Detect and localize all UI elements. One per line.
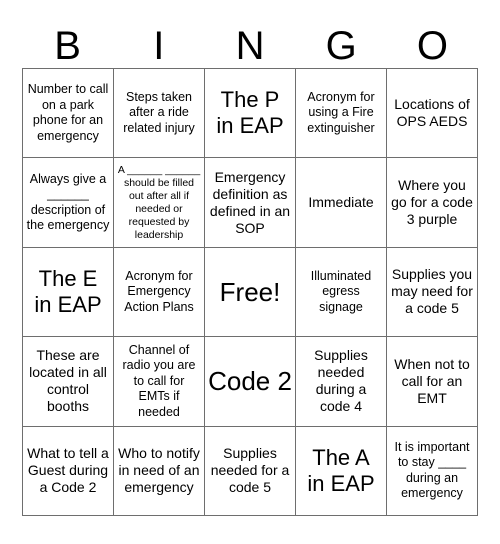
bingo-cell-text: The A in EAP: [307, 444, 375, 496]
bingo-header-letter-g: G: [325, 24, 357, 68]
bingo-cell[interactable]: The P in EAP: [205, 69, 296, 159]
bingo-cell[interactable]: Immediate: [296, 158, 387, 248]
bingo-cell-text: Emergency definition as defined in an SO…: [209, 168, 291, 236]
bingo-cell-text: Steps taken after a ride related injury: [123, 89, 195, 135]
bingo-cell-text: Locations of OPS AEDS: [394, 96, 470, 130]
bingo-cell[interactable]: Channel of radio you are to call for EMT…: [114, 337, 205, 427]
bingo-grid: Number to call on a park phone for an em…: [22, 68, 478, 516]
bingo-cell[interactable]: What to tell a Guest during a Code 2: [23, 426, 114, 516]
bingo-cell-text: It is important to stay ____ during an e…: [394, 439, 470, 501]
bingo-cell[interactable]: Supplies you may need for a code 5: [387, 247, 478, 338]
bingo-cell-text: Number to call on a park phone for an em…: [27, 82, 109, 143]
bingo-cell[interactable]: Emergency definition as defined in an SO…: [205, 158, 296, 248]
bingo-cell[interactable]: Code 2: [205, 337, 296, 427]
bingo-cell[interactable]: Supplies needed for a code 5: [205, 426, 296, 516]
bingo-cell[interactable]: The A in EAP: [296, 426, 387, 516]
bingo-cell[interactable]: Acronym for using a Fire extinguisher: [296, 69, 387, 159]
bingo-cell-text: Supplies you may need for a code 5: [391, 266, 473, 317]
bingo-cell[interactable]: Always give a ______ description of the …: [23, 158, 114, 248]
bingo-cell-text: Where you go for a code 3 purple: [391, 177, 473, 228]
bingo-cell[interactable]: Locations of OPS AEDS: [387, 69, 478, 159]
bingo-header-letter-n: N: [235, 24, 265, 68]
bingo-cell[interactable]: A ______ ______ should be filled out aft…: [114, 158, 205, 248]
bingo-cell[interactable]: Acronym for Emergency Action Plans: [114, 247, 205, 338]
bingo-cell-text: Channel of radio you are to call for EMT…: [122, 342, 196, 419]
bingo-cell-free[interactable]: Free!: [205, 247, 296, 338]
bingo-cell-text: Supplies needed for a code 5: [210, 445, 290, 496]
bingo-cell-text: When not to call for an EMT: [394, 355, 470, 406]
bingo-cell-text: What to tell a Guest during a Code 2: [27, 445, 109, 496]
bingo-cell-text: Immediate: [308, 194, 374, 211]
bingo-cell-text: Illuminated egress signage: [310, 268, 372, 314]
bingo-header-letter-i: I: [153, 24, 165, 68]
bingo-cell-text: Who to notify in need of an emergency: [118, 445, 200, 496]
bingo-card: B I N G O Number to call on a park phone…: [0, 0, 500, 544]
bingo-cell-text: These are located in all control booths: [29, 347, 107, 415]
bingo-cell[interactable]: Supplies needed during a code 4: [296, 337, 387, 427]
bingo-header: B I N G O: [22, 14, 478, 68]
bingo-cell[interactable]: Number to call on a park phone for an em…: [23, 69, 114, 159]
bingo-cell-text: Acronym for Emergency Action Plans: [124, 268, 194, 314]
bingo-cell[interactable]: These are located in all control booths: [23, 337, 114, 427]
bingo-cell[interactable]: Steps taken after a ride related injury: [114, 69, 205, 159]
bingo-cell[interactable]: When not to call for an EMT: [387, 337, 478, 427]
bingo-header-letter-b: B: [54, 24, 81, 68]
bingo-cell-text: Always give a ______ description of the …: [26, 171, 110, 233]
bingo-cell[interactable]: Illuminated egress signage: [296, 247, 387, 338]
bingo-cell-text: A ______ ______ should be filled out aft…: [117, 163, 201, 241]
bingo-header-letter-o: O: [416, 24, 448, 68]
bingo-cell-text: The E in EAP: [34, 265, 102, 317]
bingo-cell-text: Free!: [219, 276, 281, 307]
bingo-cell[interactable]: Who to notify in need of an emergency: [114, 426, 205, 516]
bingo-cell[interactable]: The E in EAP: [23, 247, 114, 338]
bingo-cell-text: Supplies needed during a code 4: [314, 347, 368, 415]
bingo-cell[interactable]: Where you go for a code 3 purple: [387, 158, 478, 248]
bingo-cell-text: Acronym for using a Fire extinguisher: [307, 89, 375, 135]
bingo-cell[interactable]: It is important to stay ____ during an e…: [387, 426, 478, 516]
bingo-cell-text: Code 2: [208, 366, 292, 397]
bingo-cell-text: The P in EAP: [216, 87, 284, 139]
